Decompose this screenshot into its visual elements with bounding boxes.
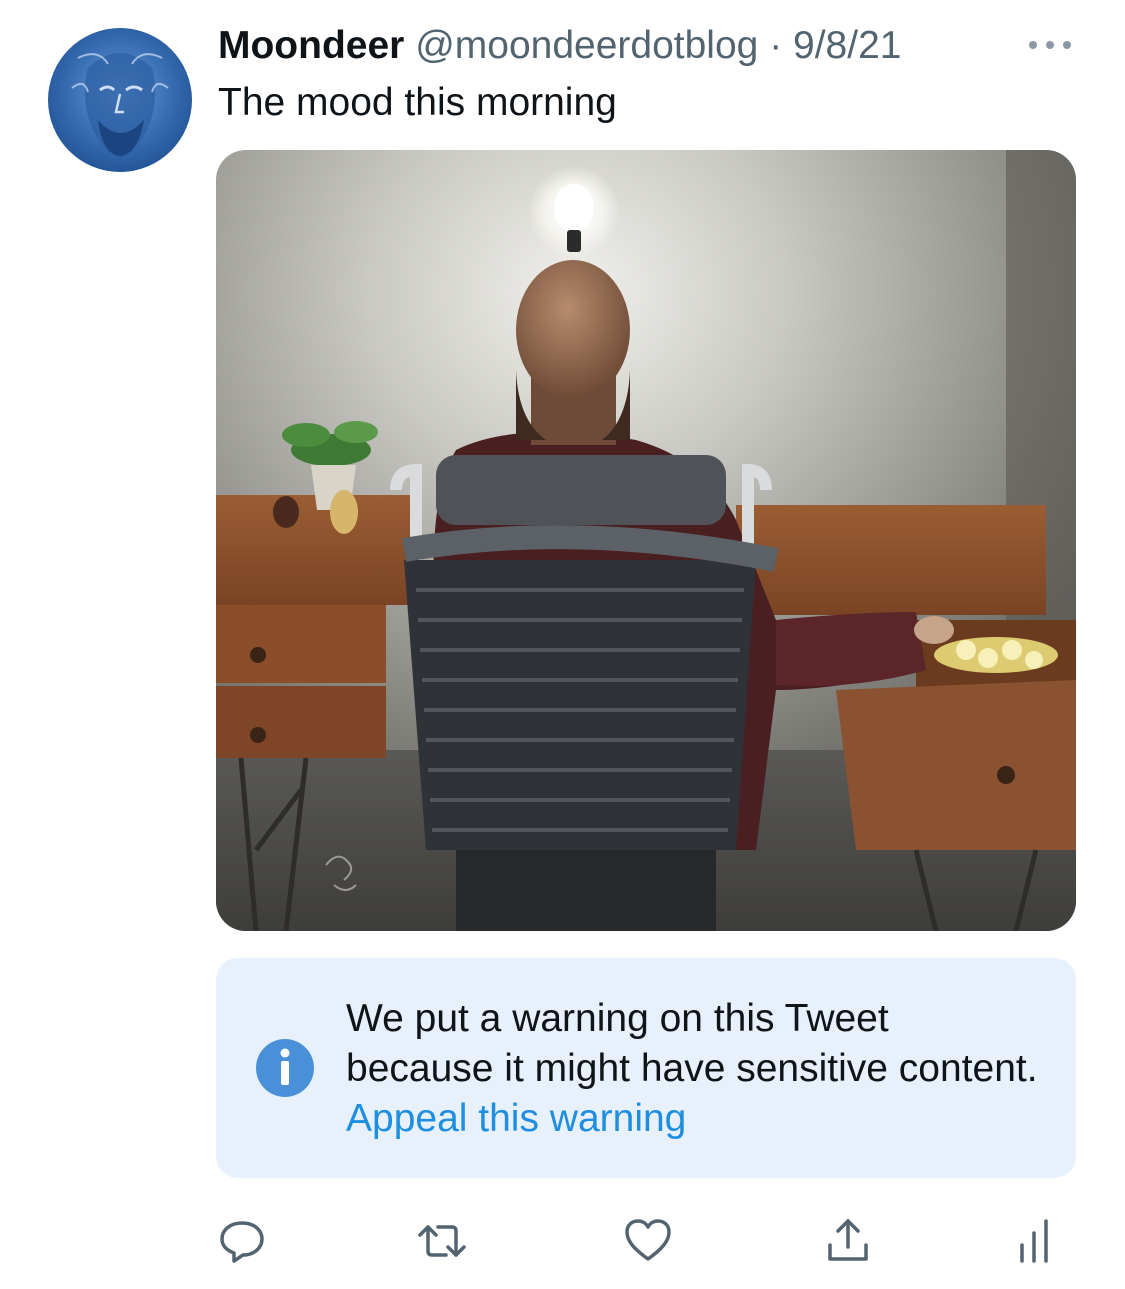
sensitive-content-warning: We put a warning on this Tweet because i… [216, 958, 1076, 1178]
warning-text: We put a warning on this Tweet because i… [346, 997, 1038, 1090]
tweet-media-image[interactable] [216, 150, 1076, 931]
avatar-image [48, 28, 192, 172]
more-horizontal-icon[interactable] [1025, 30, 1075, 60]
reply-bubble-icon[interactable] [216, 1215, 268, 1267]
retweet-icon[interactable] [416, 1215, 468, 1267]
avatar[interactable] [48, 28, 192, 172]
analytics-bars-icon[interactable] [1012, 1215, 1064, 1267]
appeal-warning-link[interactable]: Appeal this warning [346, 1097, 686, 1140]
tweet-header: Moondeer @moondeerdotblog · 9/8/21 [218, 22, 901, 70]
author-name[interactable]: Moondeer [218, 24, 404, 67]
heart-icon[interactable] [622, 1215, 674, 1267]
author-handle[interactable]: @moondeerdotblog [415, 24, 758, 67]
header-separator: · [769, 24, 783, 67]
warning-message: We put a warning on this Tweet because i… [346, 994, 1046, 1144]
share-upload-icon[interactable] [822, 1215, 874, 1267]
tweet-date[interactable]: 9/8/21 [793, 24, 901, 67]
info-icon [254, 1037, 316, 1099]
tweet-text: The mood this morning [218, 81, 617, 124]
